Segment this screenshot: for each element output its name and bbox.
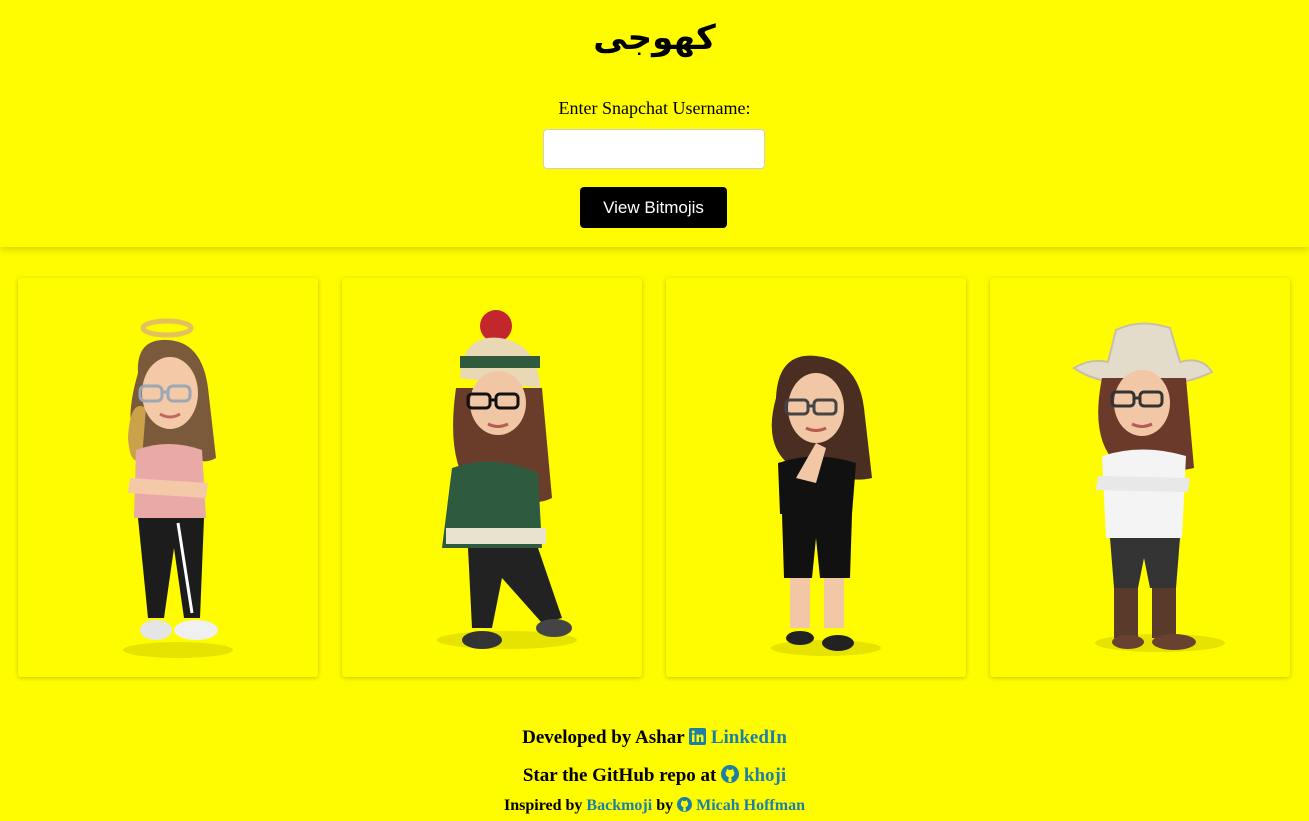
bitmoji-card-4 [990,278,1290,677]
pose-avatar-icon [771,355,881,656]
halo-avatar-icon [123,318,233,658]
linkedin-icon [689,728,707,745]
header: کھوجی Enter Snapchat Username: View Bitm… [0,0,1309,247]
bitmoji-card-3 [666,278,966,677]
inspired-text: Inspired by [504,797,583,814]
repo-label: khoji [743,765,787,786]
username-input[interactable] [543,129,765,169]
author-link[interactable]: Micah Hoffman [677,797,805,814]
view-bitmojis-button[interactable]: View Bitmojis [580,187,727,228]
inspired-line: Inspired by Backmoji by Micah Hoffman [0,796,1309,816]
by-text: by [656,797,674,814]
bitmoji-card-2 [342,278,642,677]
developed-by-line: Developed by Ashar LinkedIn [0,726,1309,750]
backmoji-link[interactable]: Backmoji [586,797,652,814]
beanie-avatar-icon [437,310,577,649]
repo-link[interactable]: khoji [721,765,786,786]
github-icon [677,797,693,812]
author-label: Micah Hoffman [696,797,805,814]
developed-by-text: Developed by Ashar [522,727,685,748]
linkedin-label: LinkedIn [710,727,787,748]
github-line: Star the GitHub repo at khoji [0,764,1309,788]
github-text: Star the GitHub repo at [522,765,717,786]
linkedin-link[interactable]: LinkedIn [689,727,787,748]
bitmoji-card-1 [18,278,318,677]
cowboy-avatar-icon [1072,322,1225,652]
github-icon [721,765,740,783]
username-label: Enter Snapchat Username: [558,98,751,118]
app-title: کھوجی [593,18,716,58]
